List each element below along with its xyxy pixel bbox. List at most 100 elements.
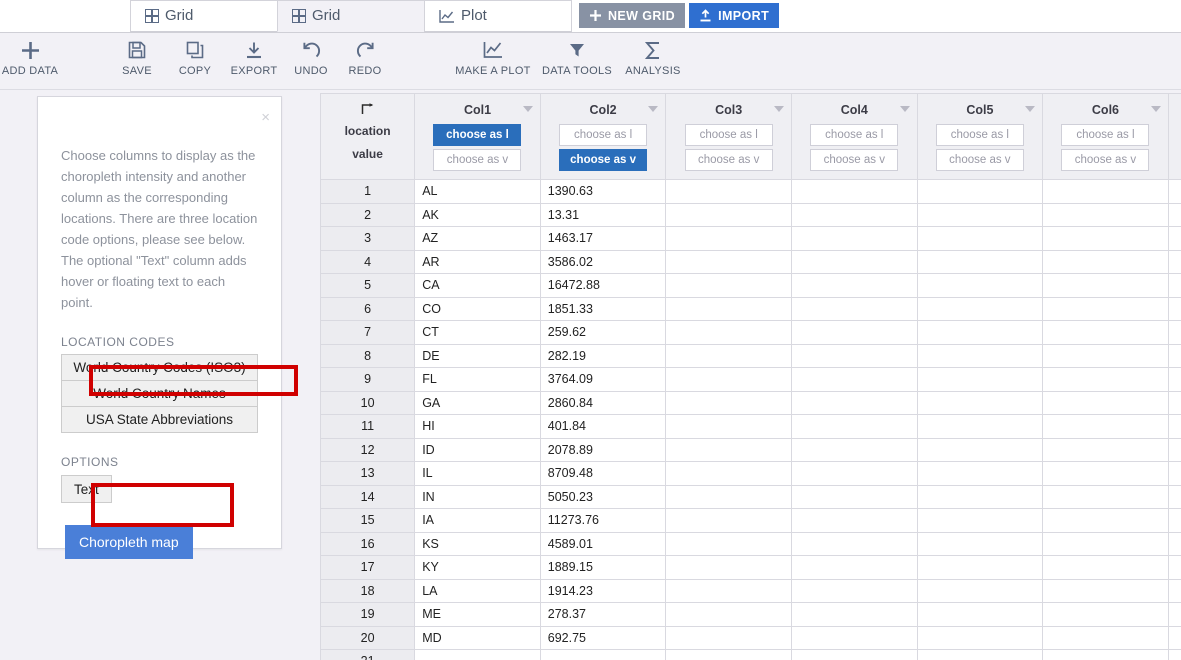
cell-col6[interactable]	[1042, 343, 1169, 368]
table-row[interactable]: 12 ID 2078.89	[320, 437, 1181, 462]
cell-col7[interactable]	[1167, 202, 1181, 227]
cell-col4[interactable]	[790, 508, 918, 533]
cell-col5[interactable]	[916, 226, 1044, 251]
table-row[interactable]: 4 AR 3586.02	[320, 249, 1181, 274]
cell-col7[interactable]	[1167, 625, 1181, 650]
cell-col7[interactable]	[1167, 249, 1181, 274]
location-code-world-country-names[interactable]: World Country Names	[61, 380, 258, 407]
cell-col6[interactable]	[1042, 531, 1169, 556]
choose-as-value-button[interactable]: choose as v	[935, 149, 1024, 171]
cell-col4[interactable]	[790, 461, 918, 486]
cell-col3[interactable]	[665, 414, 792, 439]
cell-col7[interactable]	[1167, 602, 1181, 627]
cell-col3[interactable]	[665, 320, 792, 345]
cell-col2[interactable]: 1463.17	[539, 226, 667, 251]
cell-col5[interactable]	[916, 578, 1044, 603]
cell-col1[interactable]: MD	[414, 625, 541, 650]
cell-col1[interactable]: KY	[414, 555, 541, 580]
cell-col1[interactable]: IL	[414, 461, 541, 486]
cell-col7[interactable]	[1167, 461, 1181, 486]
cell-col4[interactable]	[790, 179, 918, 204]
table-row[interactable]: 3 AZ 1463.17	[320, 226, 1181, 251]
cell-col6[interactable]	[1042, 414, 1169, 439]
table-row[interactable]: 15 IA 11273.76	[320, 508, 1181, 533]
choose-as-location-button[interactable]: choose as l	[935, 124, 1024, 146]
cell-col3[interactable]	[665, 390, 792, 415]
toolbar-make-a-plot[interactable]: MAKE A PLOT	[454, 39, 532, 77]
cell-col1[interactable]: CO	[414, 296, 541, 321]
cell-col3[interactable]	[665, 343, 792, 368]
cell-col2[interactable]: 282.19	[539, 343, 667, 368]
cell-col5[interactable]	[916, 625, 1044, 650]
cell-col2[interactable]: 5050.23	[539, 484, 667, 509]
table-row[interactable]: 2 AK 13.31	[320, 202, 1181, 227]
choose-as-value-button[interactable]: choose as v	[810, 149, 899, 171]
cell-col3[interactable]	[665, 437, 792, 462]
cell-col7[interactable]	[1167, 343, 1181, 368]
cell-col5[interactable]	[916, 484, 1044, 509]
cell-col4[interactable]	[790, 367, 918, 392]
cell-col7[interactable]	[1167, 531, 1181, 556]
cell-col6[interactable]	[1042, 296, 1169, 321]
cell-col5[interactable]	[916, 414, 1044, 439]
cell-col3[interactable]	[665, 602, 792, 627]
cell-col6[interactable]	[1042, 273, 1169, 298]
table-row[interactable]: 1 AL 1390.63	[320, 179, 1181, 204]
cell-col2[interactable]: 3586.02	[539, 249, 667, 274]
cell-col3[interactable]	[665, 625, 792, 650]
cell-col2[interactable]: 1390.63	[539, 179, 667, 204]
cell-col2[interactable]: 278.37	[539, 602, 667, 627]
cell-col1[interactable]: AR	[414, 249, 541, 274]
cell-col7[interactable]	[1167, 508, 1181, 533]
table-row[interactable]: 19 ME 278.37	[320, 602, 1181, 627]
table-row[interactable]: 8 DE 282.19	[320, 343, 1181, 368]
cell-col4[interactable]	[790, 226, 918, 251]
cell-col1[interactable]: AZ	[414, 226, 541, 251]
chevron-down-icon[interactable]	[1150, 106, 1161, 112]
cell-col4[interactable]	[790, 273, 918, 298]
cell-col6[interactable]	[1042, 390, 1169, 415]
cell-col3[interactable]	[665, 226, 792, 251]
cell-col5[interactable]	[916, 649, 1044, 660]
chevron-down-icon[interactable]	[773, 106, 784, 112]
cell-col2[interactable]: 1889.15	[539, 555, 667, 580]
toolbar-analysis[interactable]: ANALYSIS	[620, 39, 686, 77]
cell-col6[interactable]	[1042, 555, 1169, 580]
cell-col5[interactable]	[916, 531, 1044, 556]
table-row[interactable]: 6 CO 1851.33	[320, 296, 1181, 321]
cell-col4[interactable]	[790, 484, 918, 509]
cell-col1[interactable]: HI	[414, 414, 541, 439]
choose-as-value-button[interactable]: choose as v	[1061, 149, 1150, 171]
cell-col1[interactable]: IN	[414, 484, 541, 509]
cell-col4[interactable]	[790, 249, 918, 274]
choose-as-location-button[interactable]: choose as l	[810, 124, 899, 146]
cell-col2[interactable]: 259.62	[539, 320, 667, 345]
cell-col5[interactable]	[916, 343, 1044, 368]
cell-col7[interactable]	[1167, 578, 1181, 603]
toolbar-redo[interactable]: REDO	[340, 39, 390, 77]
cell-col5[interactable]	[916, 367, 1044, 392]
cell-col1[interactable]: KS	[414, 531, 541, 556]
choose-as-location-button[interactable]: choose as l	[1061, 124, 1150, 146]
toolbar-copy[interactable]: COPY	[170, 39, 220, 77]
cell-col5[interactable]	[916, 390, 1044, 415]
table-row[interactable]: 16 KS 4589.01	[320, 531, 1181, 556]
cell-col5[interactable]	[916, 437, 1044, 462]
cell-col1[interactable]: ID	[414, 437, 541, 462]
choose-as-location-button[interactable]: choose as l	[684, 124, 773, 146]
choose-as-value-button[interactable]: choose as v	[433, 149, 522, 171]
choose-as-location-button[interactable]: choose as l	[559, 124, 648, 146]
choropleth-map-button[interactable]: Choropleth map	[65, 525, 193, 559]
tab-plot[interactable]: Plot	[424, 0, 572, 32]
cell-col6[interactable]	[1042, 625, 1169, 650]
toolbar-export[interactable]: EXPORT	[228, 39, 280, 77]
cell-col3[interactable]	[665, 484, 792, 509]
cell-col5[interactable]	[916, 461, 1044, 486]
table-row[interactable]: 20 MD 692.75	[320, 625, 1181, 650]
cell-col3[interactable]	[665, 555, 792, 580]
cell-col6[interactable]	[1042, 461, 1169, 486]
cell-col5[interactable]	[916, 273, 1044, 298]
cell-col7[interactable]	[1167, 226, 1181, 251]
cell-col1[interactable]: GA	[414, 390, 541, 415]
cell-col7[interactable]	[1167, 179, 1181, 204]
